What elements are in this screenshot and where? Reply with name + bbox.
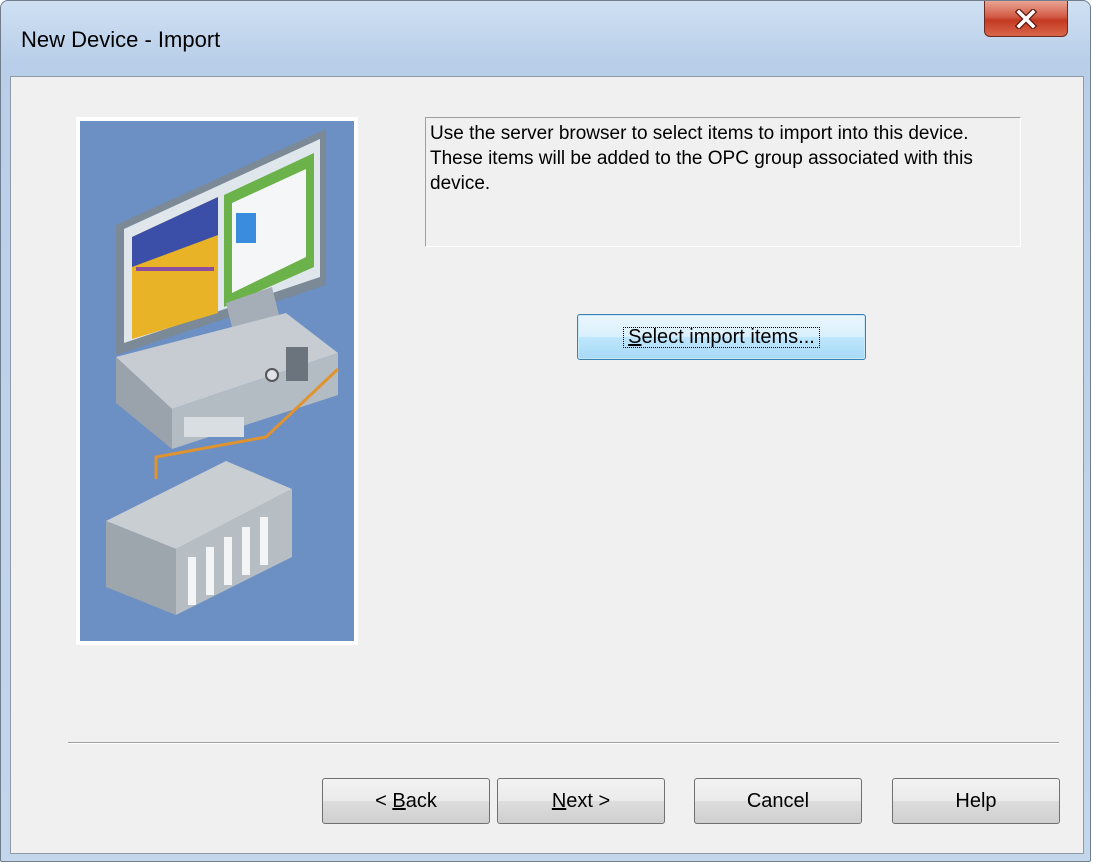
close-x-icon [1015, 8, 1037, 29]
select-import-items-label: Select import items... [618, 322, 825, 353]
back-button[interactable]: < Back [322, 778, 490, 824]
help-button[interactable]: Help [892, 778, 1060, 824]
close-button[interactable] [984, 1, 1068, 37]
computer-and-plc-illustration [76, 117, 358, 645]
select-import-items-button[interactable]: Select import items... [577, 314, 866, 360]
window-title: New Device - Import [21, 27, 221, 52]
footer-divider [68, 742, 1059, 744]
next-button[interactable]: Next > [497, 778, 665, 824]
cancel-button[interactable]: Cancel [694, 778, 862, 824]
description-text: Use the server browser to select items t… [425, 117, 1021, 247]
